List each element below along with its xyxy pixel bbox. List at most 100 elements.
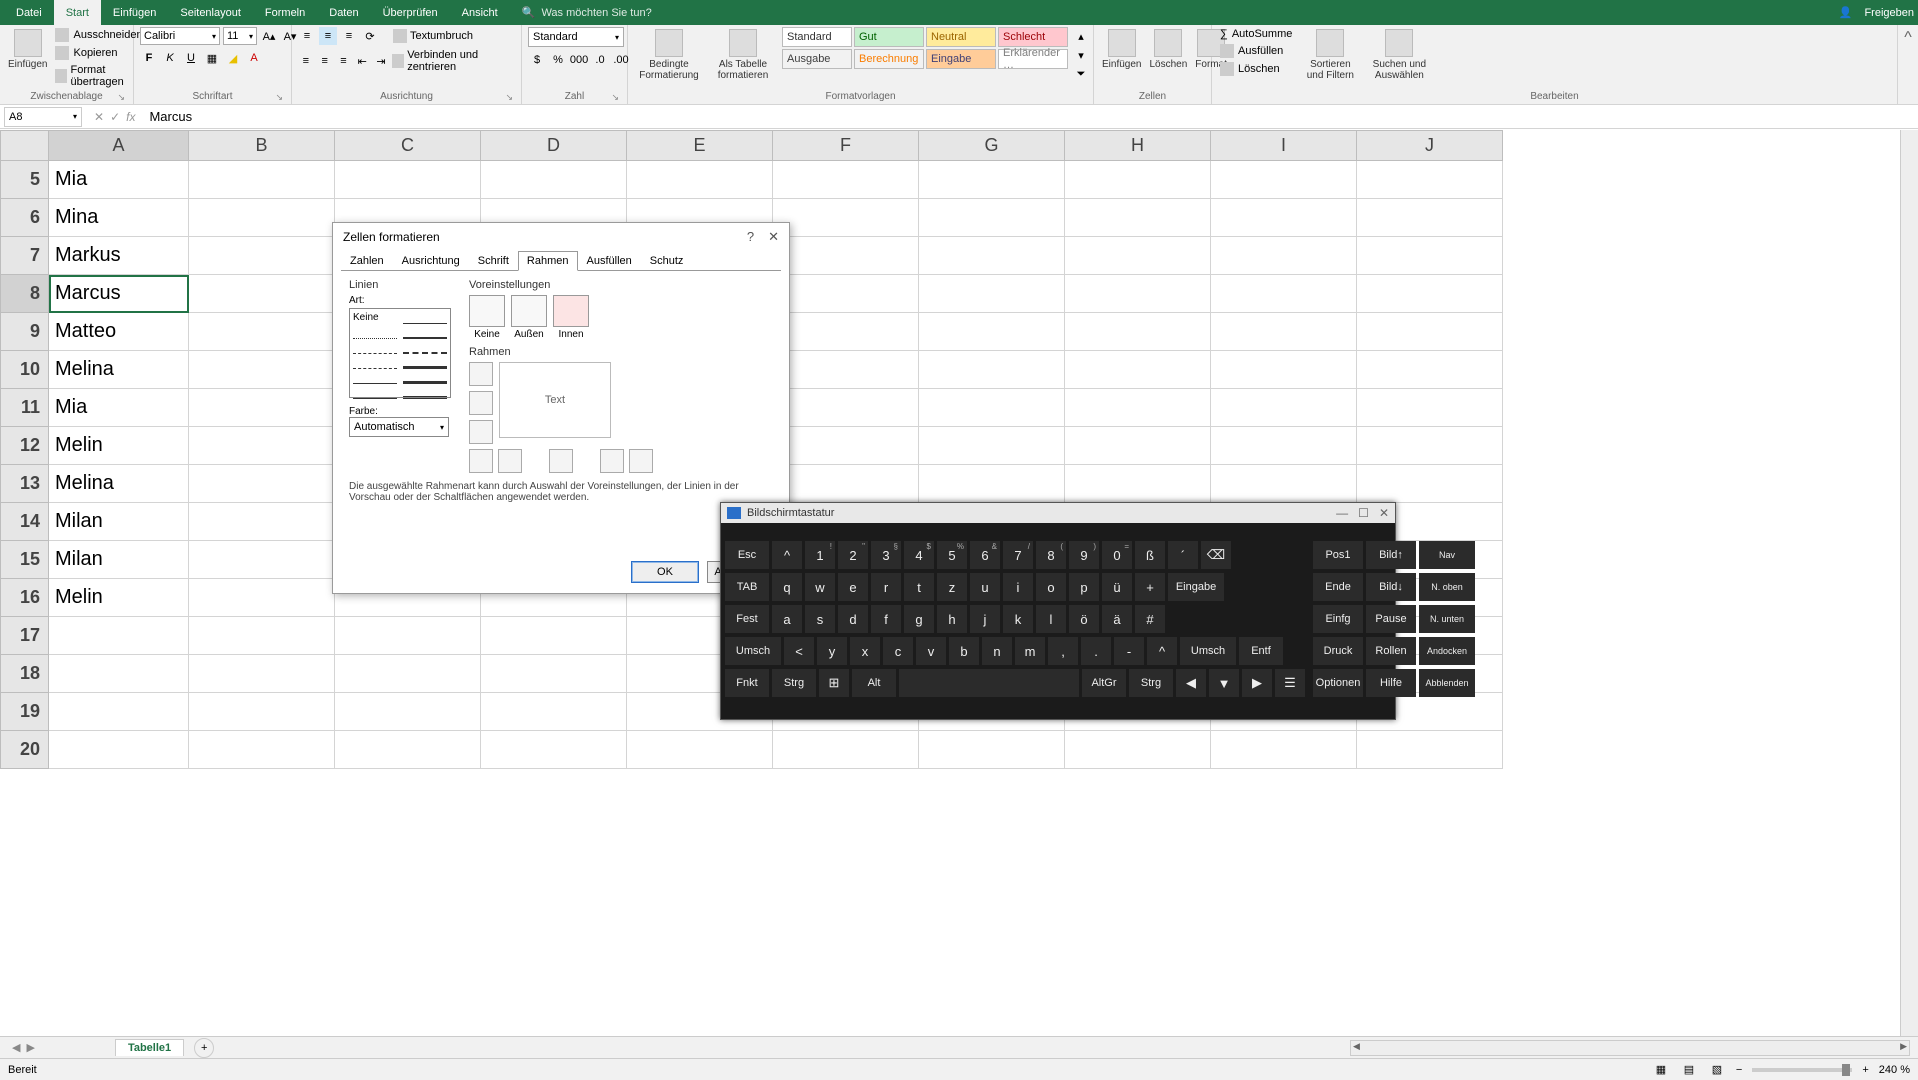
row-header[interactable]: 9 — [1, 313, 49, 351]
cell[interactable] — [1357, 313, 1503, 351]
insert-cells-button[interactable]: Einfügen — [1100, 27, 1143, 72]
cell[interactable]: Melin — [49, 427, 189, 465]
osk-key[interactable]: 3§ — [871, 541, 901, 569]
tab-seitenlayout[interactable]: Seitenlayout — [168, 0, 253, 25]
osk-key[interactable]: Fest — [725, 605, 769, 633]
osk-key[interactable]: Fnkt — [725, 669, 769, 697]
cell[interactable] — [1211, 199, 1357, 237]
inc-indent-button[interactable]: ⇥ — [373, 52, 389, 70]
osk-key[interactable]: , — [1048, 637, 1078, 665]
osk-key[interactable]: y — [817, 637, 847, 665]
cell[interactable] — [481, 161, 627, 199]
osk-key[interactable]: ^ — [772, 541, 802, 569]
row-header[interactable]: 6 — [1, 199, 49, 237]
col-header[interactable]: F — [773, 131, 919, 161]
cell[interactable] — [189, 541, 335, 579]
cell[interactable] — [1211, 731, 1357, 769]
osk-key[interactable]: ⌫ — [1201, 541, 1231, 569]
cell[interactable] — [1065, 199, 1211, 237]
row-header[interactable]: 11 — [1, 389, 49, 427]
cell-style[interactable]: Gut — [854, 27, 924, 47]
name-box[interactable]: A8▾ — [4, 107, 82, 127]
osk-key[interactable] — [899, 669, 1079, 697]
dialog-tab[interactable]: Ausfüllen — [578, 251, 641, 271]
osk-key[interactable]: Eingabe — [1168, 573, 1224, 601]
sort-filter-button[interactable]: Sortieren und Filtern — [1298, 27, 1362, 83]
cell[interactable] — [1065, 275, 1211, 313]
cell[interactable] — [919, 351, 1065, 389]
osk-key[interactable]: t — [904, 573, 934, 601]
osk-key[interactable]: p — [1069, 573, 1099, 601]
row-header[interactable]: 8 — [1, 275, 49, 313]
osk-key[interactable]: x — [850, 637, 880, 665]
align-mid-button[interactable]: ≡ — [319, 27, 337, 45]
cell[interactable] — [189, 579, 335, 617]
osk-key[interactable]: < — [784, 637, 814, 665]
align-bot-button[interactable]: ≡ — [340, 27, 358, 45]
sheet-nav-prev[interactable]: ◀ — [12, 1041, 20, 1054]
cell[interactable] — [919, 465, 1065, 503]
dialog-tab[interactable]: Schrift — [469, 251, 518, 271]
border-hmid-button[interactable] — [469, 391, 493, 415]
border-diag-button[interactable] — [629, 449, 653, 473]
dialog-launcher-icon[interactable]: ↘ — [117, 92, 125, 103]
osk-side-key[interactable]: Andocken — [1419, 637, 1475, 665]
cell[interactable] — [481, 731, 627, 769]
osk-key[interactable]: z — [937, 573, 967, 601]
col-header[interactable]: C — [335, 131, 481, 161]
view-normal-button[interactable]: ▦ — [1652, 1061, 1670, 1079]
osk-side-key[interactable]: Rollen — [1366, 637, 1416, 665]
style-up-button[interactable]: ▴ — [1072, 27, 1090, 45]
tab-formeln[interactable]: Formeln — [253, 0, 317, 25]
cell[interactable] — [773, 389, 919, 427]
select-all-button[interactable] — [1, 131, 49, 161]
cell[interactable] — [919, 731, 1065, 769]
cell[interactable]: Marcus — [49, 275, 189, 313]
osk-side-key[interactable]: Druck — [1313, 637, 1363, 665]
cell[interactable] — [1357, 237, 1503, 275]
cell[interactable] — [1211, 427, 1357, 465]
osk-key[interactable]: k — [1003, 605, 1033, 633]
preset-keine-button[interactable] — [469, 295, 505, 327]
osk-key[interactable]: 4$ — [904, 541, 934, 569]
style-more-button[interactable]: ⏷ — [1072, 65, 1090, 83]
cell[interactable] — [1211, 275, 1357, 313]
fill-button[interactable]: Ausfüllen — [1218, 43, 1294, 59]
cell[interactable] — [627, 161, 773, 199]
cell[interactable] — [1065, 389, 1211, 427]
osk-key[interactable]: j — [970, 605, 1000, 633]
dialog-tab[interactable]: Zahlen — [341, 251, 393, 271]
sheet-tab[interactable]: Tabelle1 — [115, 1039, 184, 1056]
underline-button[interactable]: U — [182, 49, 200, 67]
add-sheet-button[interactable]: + — [194, 1038, 214, 1058]
font-color-button[interactable]: A — [245, 49, 263, 67]
delete-cells-button[interactable]: Löschen — [1147, 27, 1189, 72]
cell[interactable] — [773, 237, 919, 275]
osk-side-key[interactable]: Pos1 — [1313, 541, 1363, 569]
osk-side-key[interactable]: N. oben — [1419, 573, 1475, 601]
cell[interactable] — [919, 389, 1065, 427]
cell[interactable] — [49, 693, 189, 731]
cell[interactable] — [1357, 427, 1503, 465]
cell[interactable] — [481, 617, 627, 655]
clear-button[interactable]: Löschen — [1218, 61, 1294, 77]
tab-einfügen[interactable]: Einfügen — [101, 0, 168, 25]
cell-style[interactable]: Eingabe — [926, 49, 996, 69]
row-header[interactable]: 14 — [1, 503, 49, 541]
line-style-list[interactable]: Keine — [349, 308, 451, 398]
vertical-scrollbar[interactable] — [1900, 130, 1918, 1036]
cell[interactable] — [189, 617, 335, 655]
fx-button[interactable]: fx — [126, 110, 135, 124]
cell[interactable] — [773, 427, 919, 465]
osk-key[interactable]: 2" — [838, 541, 868, 569]
border-right-button[interactable] — [600, 449, 624, 473]
cell[interactable] — [189, 161, 335, 199]
osk-key[interactable]: r — [871, 573, 901, 601]
border-button[interactable]: ▦ — [203, 49, 221, 67]
row-header[interactable]: 19 — [1, 693, 49, 731]
cell[interactable] — [189, 427, 335, 465]
cell[interactable] — [189, 389, 335, 427]
cell[interactable] — [773, 161, 919, 199]
cell[interactable] — [1357, 389, 1503, 427]
cell-style[interactable]: Schlecht — [998, 27, 1068, 47]
